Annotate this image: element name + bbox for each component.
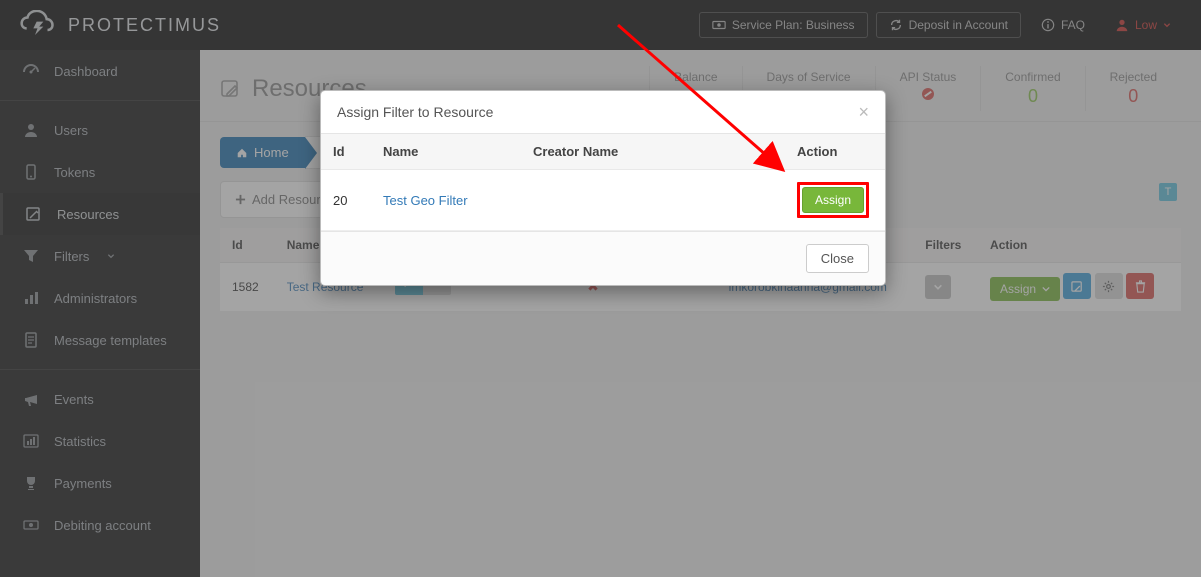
modal-title: Assign Filter to Resource	[337, 104, 493, 120]
filter-link[interactable]: Test Geo Filter	[383, 193, 468, 208]
modal-overlay[interactable]	[0, 0, 1201, 577]
modal-header: Assign Filter to Resource ×	[321, 91, 885, 134]
modal-header-row: Id Name Creator Name Action	[321, 134, 885, 170]
modal-col-action: Action	[785, 134, 885, 170]
modal-table: Id Name Creator Name Action 20 Test Geo …	[321, 134, 885, 231]
modal-col-creator: Creator Name	[521, 134, 785, 170]
modal-col-name: Name	[371, 134, 521, 170]
assign-filter-modal: Assign Filter to Resource × Id Name Crea…	[320, 90, 886, 286]
modal-col-id: Id	[321, 134, 371, 170]
modal-close-button[interactable]: ×	[858, 103, 869, 121]
assign-button[interactable]: Assign	[802, 187, 864, 213]
modal-footer: Close	[321, 231, 885, 285]
modal-cell-creator	[521, 170, 785, 231]
modal-cell-id: 20	[321, 170, 371, 231]
close-button[interactable]: Close	[806, 244, 869, 273]
annotation-highlight: Assign	[797, 182, 869, 218]
modal-row: 20 Test Geo Filter Assign	[321, 170, 885, 231]
